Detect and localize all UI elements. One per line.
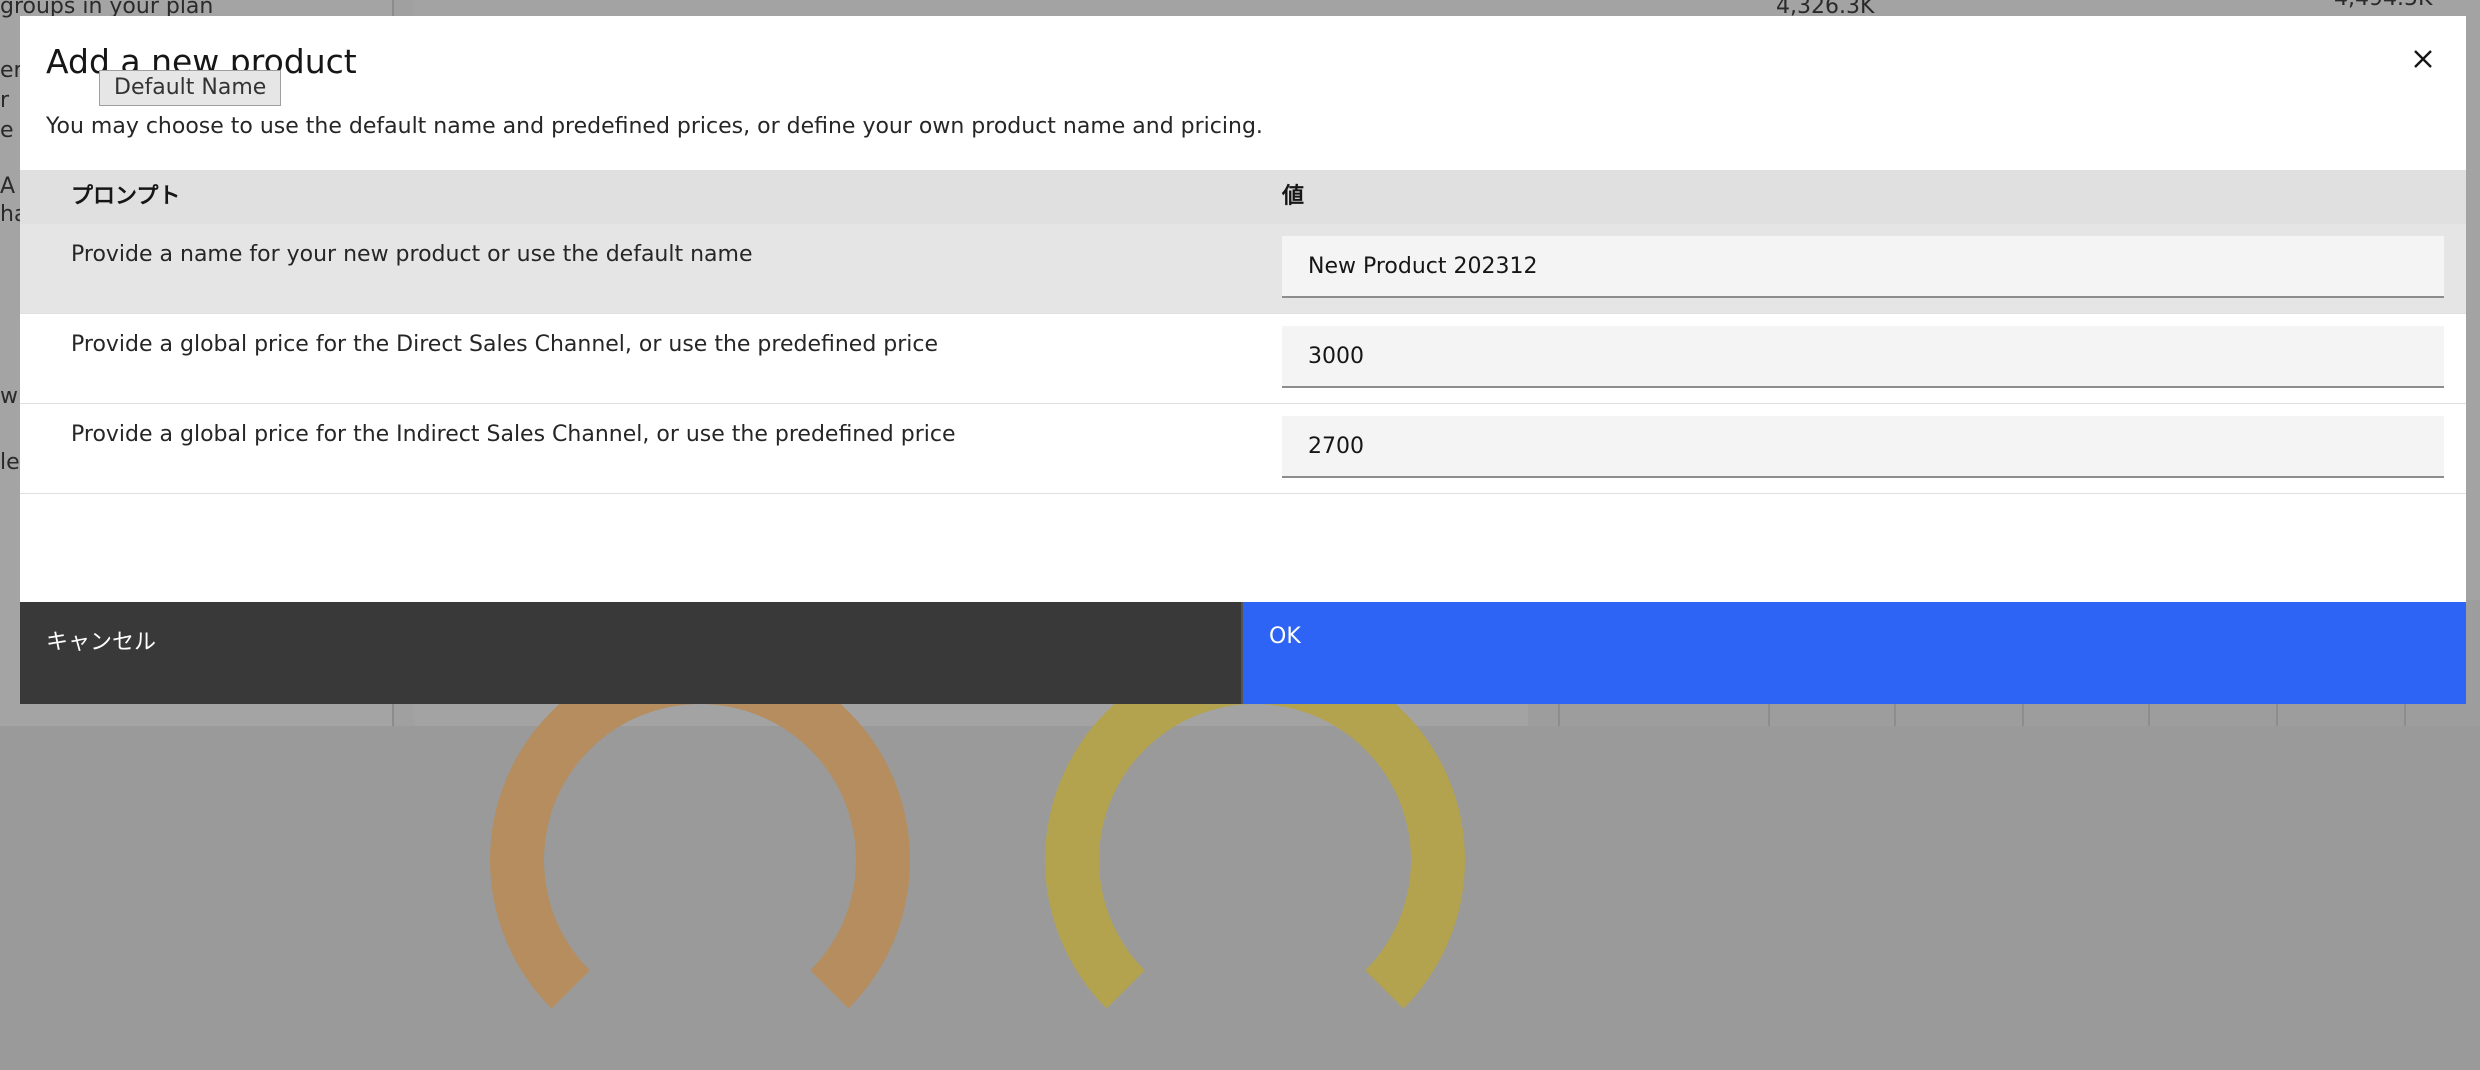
prompt-table: プロンプト 値 Provide a name for your new prod… — [20, 170, 2466, 494]
add-product-modal: Add a new product You may choose to use … — [20, 16, 2466, 704]
background-donut-chart — [490, 650, 910, 1070]
background-text: r — [0, 88, 10, 113]
default-name-tooltip: Default Name — [99, 70, 282, 106]
column-header-value: 値 — [1282, 184, 1305, 209]
close-button[interactable] — [2406, 42, 2440, 76]
direct-sales-price-input[interactable] — [1282, 326, 2444, 388]
table-row[interactable]: Provide a global price for the Indirect … — [20, 404, 2466, 494]
table-row[interactable]: Provide a name for your new product or u… — [20, 224, 2466, 314]
table-header: プロンプト 値 — [20, 170, 2466, 224]
indirect-sales-price-input[interactable] — [1282, 416, 2444, 478]
background-text: le — [0, 450, 20, 475]
table-row[interactable]: Provide a global price for the Direct Sa… — [20, 314, 2466, 404]
product-name-input[interactable] — [1282, 236, 2444, 298]
modal-footer: キャンセル OK — [20, 602, 2466, 704]
background-text: e — [0, 118, 14, 143]
background-text: A — [0, 174, 16, 199]
ok-button[interactable]: OK — [1243, 602, 2466, 704]
row-prompt: Provide a global price for the Indirect … — [71, 422, 956, 447]
background-metric: 4,494.5K — [2334, 0, 2432, 11]
column-header-prompt: プロンプト — [71, 184, 181, 209]
row-prompt: Provide a name for your new product or u… — [71, 242, 753, 267]
close-icon — [2414, 50, 2432, 68]
cancel-button[interactable]: キャンセル — [20, 602, 1243, 704]
modal-description: You may choose to use the default name a… — [46, 114, 1263, 139]
background-donut-chart — [1045, 650, 1465, 1070]
row-prompt: Provide a global price for the Direct Sa… — [71, 332, 939, 357]
